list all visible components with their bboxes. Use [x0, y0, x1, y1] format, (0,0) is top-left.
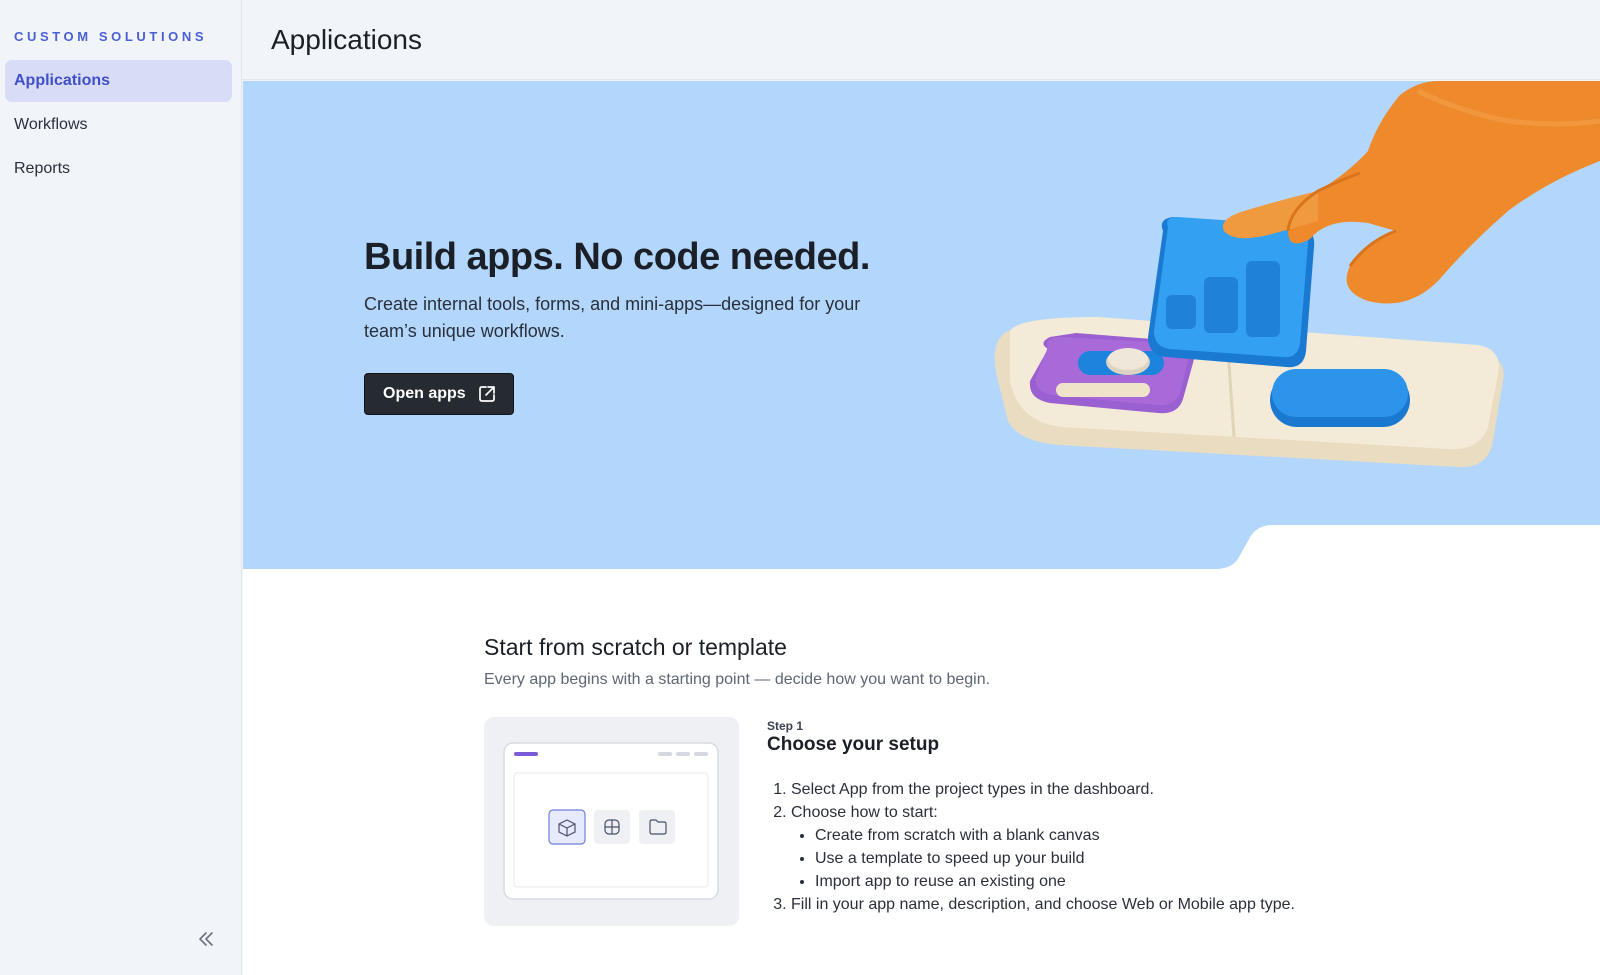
step-item: Choose how to start: Create from scratch… [791, 801, 1295, 893]
sidebar-item-reports[interactable]: Reports [5, 148, 232, 190]
sidebar: CUSTOM SOLUTIONS Applications Workflows … [0, 0, 242, 975]
sidebar-item-workflows[interactable]: Workflows [5, 104, 232, 146]
step-title: Choose your setup [767, 734, 940, 755]
hand-placing-app-block-illustration [994, 81, 1600, 468]
sidebar-item-applications[interactable]: Applications [5, 60, 232, 102]
step-item-text: Choose how to start: [791, 804, 938, 821]
step-subitem: Create from scratch with a blank canvas [815, 824, 1295, 847]
hero-title: Build apps. No code needed. [364, 236, 870, 278]
app-root: CUSTOM SOLUTIONS Applications Workflows … [0, 0, 1600, 975]
step-subitem: Use a template to speed up your build [815, 847, 1295, 870]
step-item: Select App from the project types in the… [791, 778, 1295, 801]
step-instructions: Select App from the project types in the… [767, 778, 1295, 916]
section-subtitle: Every app begins with a starting point —… [484, 671, 991, 688]
page-header: Applications [242, 0, 1600, 80]
setup-illustration-card [484, 717, 739, 926]
section-title: Start from scratch or template [484, 634, 787, 660]
collapse-sidebar-button[interactable] [193, 926, 219, 952]
brand-label: CUSTOM SOLUTIONS [14, 29, 208, 44]
sidebar-nav: Applications Workflows Reports [5, 60, 232, 192]
hero-banner: Build apps. No code needed. Create inter… [243, 81, 1600, 569]
double-chevron-left-icon [199, 932, 213, 946]
main-content: Build apps. No code needed. Create inter… [243, 81, 1600, 975]
open-apps-label: Open apps [383, 385, 466, 402]
step-label: Step 1 [767, 719, 804, 733]
app-window-illustration [503, 742, 719, 900]
step-item: Fill in your app name, description, and … [791, 893, 1295, 916]
open-apps-button[interactable]: Open apps [364, 373, 514, 415]
step-subitem: Import app to reuse an existing one [815, 870, 1295, 893]
external-link-icon [476, 383, 498, 405]
hero-description: Create internal tools, forms, and mini-a… [364, 294, 861, 341]
page-title: Applications [271, 24, 422, 55]
